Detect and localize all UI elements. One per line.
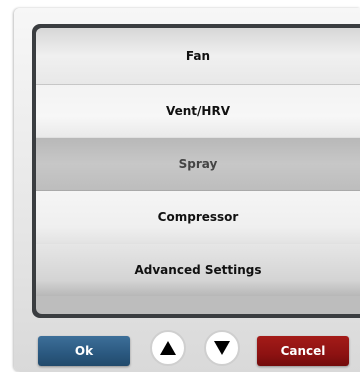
menu-item-label: Spray [178,157,218,171]
menu-item-label: Compressor [157,210,239,224]
menu-list-frame: Fan Vent/HRV Spray Compressor Advanced S… [32,24,360,318]
scroll-up-button[interactable] [150,330,186,366]
button-row: Ok Cancel [14,330,360,370]
menu-item-spray[interactable]: Spray [36,138,360,191]
triangle-up-icon [159,340,177,356]
ok-button-label: Ok [74,344,94,358]
triangle-down-icon [213,340,231,356]
menu-dialog: Fan Vent/HRV Spray Compressor Advanced S… [14,8,360,372]
scroll-down-button[interactable] [204,330,240,366]
menu-item-vent-hrv[interactable]: Vent/HRV [36,85,360,138]
menu-item-label: Advanced Settings [134,263,262,277]
menu-item-advanced-settings[interactable]: Advanced Settings [36,244,360,296]
menu-list: Fan Vent/HRV Spray Compressor Advanced S… [36,28,360,314]
menu-item-label: Fan [185,49,211,63]
ok-button[interactable]: Ok [38,336,130,366]
menu-item-compressor[interactable]: Compressor [36,191,360,244]
menu-item-fan[interactable]: Fan [36,28,360,85]
cancel-button-label: Cancel [280,344,326,358]
cancel-button[interactable]: Cancel [257,336,349,366]
menu-item-label: Vent/HRV [165,104,230,118]
